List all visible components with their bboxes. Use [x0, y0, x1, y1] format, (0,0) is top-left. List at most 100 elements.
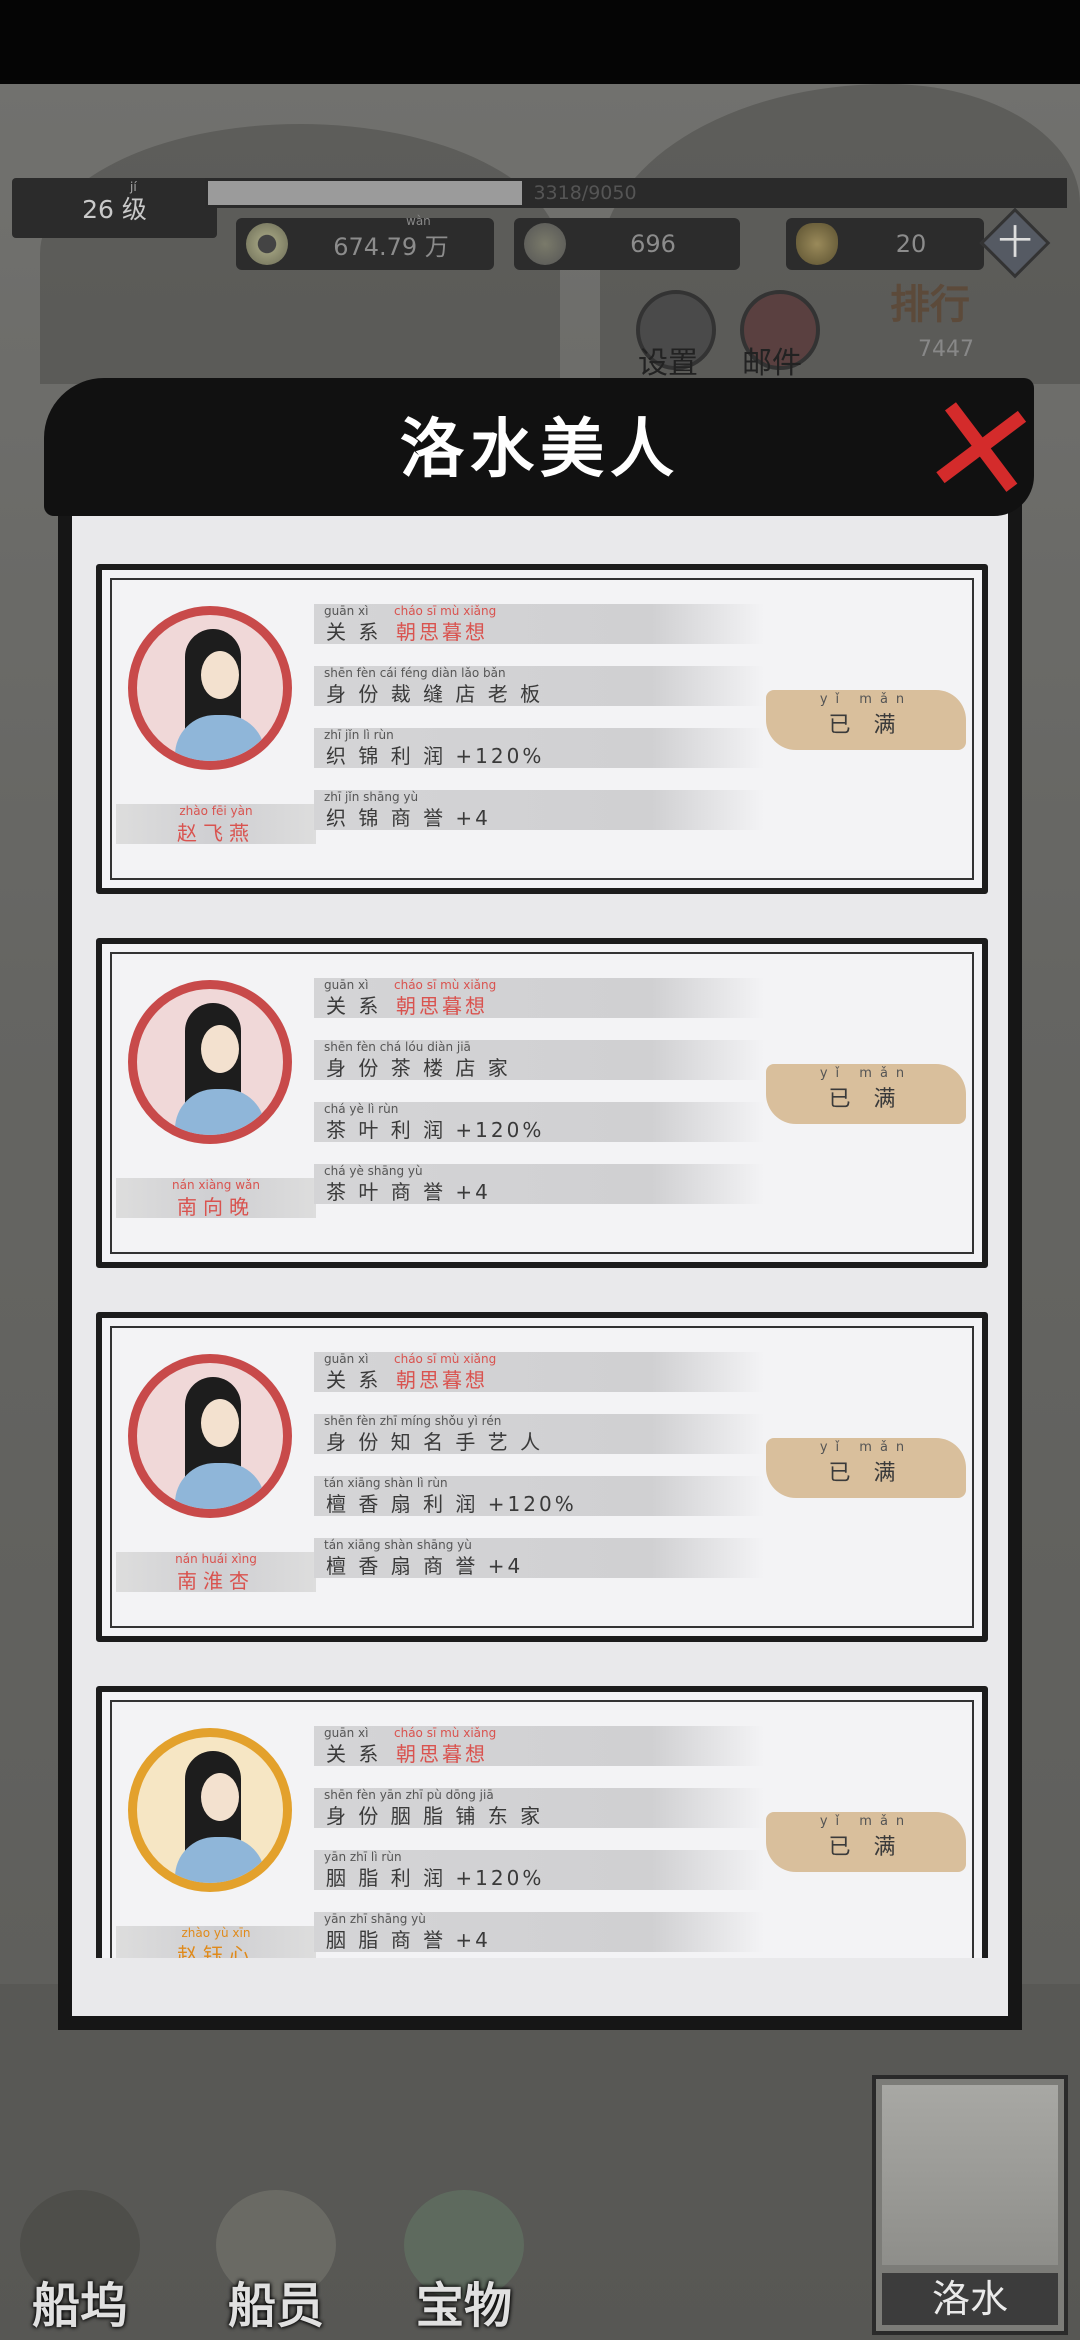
gold-ingot-counter[interactable]: 20: [786, 218, 984, 270]
beauty-card: nán xiàng wǎn 南向晚 guān xì cháo sī mù xiǎng 关…: [96, 938, 988, 1268]
beauty-card: nán huái xìng 南淮杏 guān xì cháo sī mù xiǎng 关…: [96, 1312, 988, 1642]
identity-text: 身 份 胭 脂 铺 东 家: [326, 1804, 544, 1828]
identity-text: 身 份 茶 楼 店 家: [326, 1056, 511, 1080]
beauty-name: 南向晚: [177, 1195, 255, 1219]
status-pinyin: yǐ mǎn: [819, 1814, 913, 1829]
reputation-row: yān zhī shāng yù 胭 脂 商 誉 +4: [314, 1912, 764, 1952]
map-thumbnail: [882, 2085, 1058, 2265]
relation-value: 朝思暮想: [396, 620, 488, 644]
name-label: zhào fēi yàn 赵飞燕: [116, 804, 316, 845]
beauty-name: 赵飞燕: [177, 821, 255, 845]
level-text: 26 级: [82, 195, 147, 224]
portrait-face: [201, 651, 239, 699]
profit-text: 茶 叶 利 润 +120%: [326, 1118, 545, 1142]
copper-coin-counter[interactable]: wàn 674.79 万: [236, 214, 494, 270]
reputation-text: 织 锦 商 誉 +4: [326, 806, 491, 830]
reputation-text: 胭 脂 商 誉 +4: [326, 1928, 491, 1952]
level-badge: jí 26 级: [12, 178, 217, 238]
reputation-text: 茶 叶 商 誉 +4: [326, 1180, 491, 1204]
name-label: nán huái xìng 南淮杏: [116, 1552, 316, 1593]
portrait-avatar[interactable]: [128, 980, 292, 1144]
gold-ingot-icon: [796, 223, 838, 265]
status-bar: [0, 0, 1080, 84]
rank-button[interactable]: 排行: [890, 272, 970, 330]
profit-text: 檀 香 扇 利 润 +120%: [326, 1492, 577, 1516]
reputation-row: tán xiāng shàn shāng yù 檀 香 扇 商 誉 +4: [314, 1538, 764, 1578]
status-pinyin: yǐ mǎn: [819, 692, 913, 707]
close-icon: ✕: [911, 361, 1051, 540]
status-label: 已 满: [828, 1835, 904, 1860]
portrait-avatar[interactable]: [128, 606, 292, 770]
relation-value: 朝思暮想: [396, 1742, 488, 1766]
status-label: 已 满: [828, 713, 904, 738]
map-button[interactable]: 洛水: [872, 2075, 1068, 2335]
relation-row: guān xì cháo sī mù xiǎng 关 系朝思暮想: [314, 1726, 764, 1766]
identity-row: shēn fèn yān zhī pù dōng jiā 身 份 胭 脂 铺 东 …: [314, 1788, 764, 1828]
shell-icon: [524, 223, 566, 265]
copper-value: 674.79 万: [333, 232, 449, 261]
status-label: 已 满: [828, 1087, 904, 1112]
full-status-button[interactable]: yǐ mǎn 已 满: [766, 690, 966, 750]
relation-row: guān xì cháo sī mù xiǎng 关 系朝思暮想: [314, 1352, 764, 1392]
profit-row: zhī jǐn lì rùn 织 锦 利 润 +120%: [314, 728, 764, 768]
status-pinyin: yǐ mǎn: [819, 1066, 913, 1081]
profit-row: chá yè lì rùn 茶 叶 利 润 +120%: [314, 1102, 764, 1142]
copper-pinyin: wàn: [406, 214, 431, 228]
portrait-avatar[interactable]: [128, 1354, 292, 1518]
status-label: 已 满: [828, 1461, 904, 1486]
settings-label[interactable]: 设置: [638, 338, 698, 382]
level-pinyin: jí: [130, 180, 137, 194]
map-label: 洛水: [882, 2273, 1058, 2325]
identity-row: shēn fèn zhī míng shǒu yì rén 身 份 知 名 手 艺…: [314, 1414, 764, 1454]
beauty-name: 南淮杏: [177, 1569, 255, 1593]
name-label: zhào yù xīn 赵钰心: [116, 1926, 316, 1958]
relation-row: guān xì cháo sī mù xiǎng 关 系朝思暮想: [314, 978, 764, 1018]
full-status-button[interactable]: yǐ mǎn 已 满: [766, 1064, 966, 1124]
identity-text: 身 份 裁 缝 店 老 板: [326, 682, 544, 706]
shell-counter[interactable]: 696: [514, 218, 740, 270]
status-pinyin: yǐ mǎn: [819, 1440, 913, 1455]
reputation-row: chá yè shāng yù 茶 叶 商 誉 +4: [314, 1164, 764, 1204]
relation-value: 朝思暮想: [396, 994, 488, 1018]
close-button[interactable]: ✕: [912, 362, 1051, 540]
relation-label: 关 系: [326, 1742, 382, 1766]
profit-row: tán xiāng shàn lì rùn 檀 香 扇 利 润 +120%: [314, 1476, 764, 1516]
full-status-button[interactable]: yǐ mǎn 已 满: [766, 1438, 966, 1498]
portrait-face: [201, 1025, 239, 1073]
portrait-avatar[interactable]: [128, 1728, 292, 1892]
name-label: nán xiàng wǎn 南向晚: [116, 1178, 316, 1219]
nav-crew-label: 船员: [227, 2278, 324, 2334]
copper-coin-icon: [246, 223, 288, 265]
nav-dock-button[interactable]: 船坞: [0, 2180, 160, 2334]
relation-label: 关 系: [326, 620, 382, 644]
name-pinyin: nán xiàng wǎn: [172, 1178, 260, 1192]
name-pinyin: nán huái xìng: [175, 1552, 257, 1566]
identity-row: shēn fèn chá lóu diàn jiā 身 份 茶 楼 店 家: [314, 1040, 764, 1080]
relation-value: 朝思暮想: [396, 1368, 488, 1392]
profit-row: yān zhī lì rùn 胭 脂 利 润 +120%: [314, 1850, 764, 1890]
portrait-face: [201, 1773, 239, 1821]
identity-text: 身 份 知 名 手 艺 人: [326, 1430, 544, 1454]
nav-dock-label: 船坞: [31, 2278, 128, 2334]
nav-crew-button[interactable]: 船员: [196, 2180, 356, 2334]
name-pinyin: zhào fēi yàn: [179, 804, 253, 818]
name-pinyin: zhào yù xīn: [181, 1926, 251, 1940]
rank-value: 7447: [918, 337, 974, 362]
relation-label: 关 系: [326, 994, 382, 1018]
nav-treasure-button[interactable]: 宝物: [384, 2180, 544, 2334]
profit-text: 织 锦 利 润 +120%: [326, 744, 545, 768]
exp-text: 3318/9050: [533, 182, 637, 204]
identity-row: shēn fèn cái féng diàn lǎo bǎn 身 份 裁 缝 店 …: [314, 666, 764, 706]
plus-icon: 十: [998, 223, 1032, 263]
beauty-name: 赵钰心: [177, 1943, 255, 1958]
mail-label[interactable]: 邮件: [742, 338, 802, 382]
nav-treasure-label: 宝物: [415, 2278, 512, 2334]
profit-text: 胭 脂 利 润 +120%: [326, 1866, 545, 1890]
gold-ingot-value: 20: [895, 230, 927, 258]
beauty-card: zhào fēi yàn 赵飞燕 guān xì cháo sī mù xiǎng 关 …: [96, 564, 988, 894]
full-status-button[interactable]: yǐ mǎn 已 满: [766, 1812, 966, 1872]
beauty-list[interactable]: zhào fēi yàn 赵飞燕 guān xì cháo sī mù xiǎng 关 …: [72, 540, 1008, 1958]
relation-label: 关 系: [326, 1368, 382, 1392]
portrait-face: [201, 1399, 239, 1447]
shell-value: 696: [630, 230, 676, 258]
